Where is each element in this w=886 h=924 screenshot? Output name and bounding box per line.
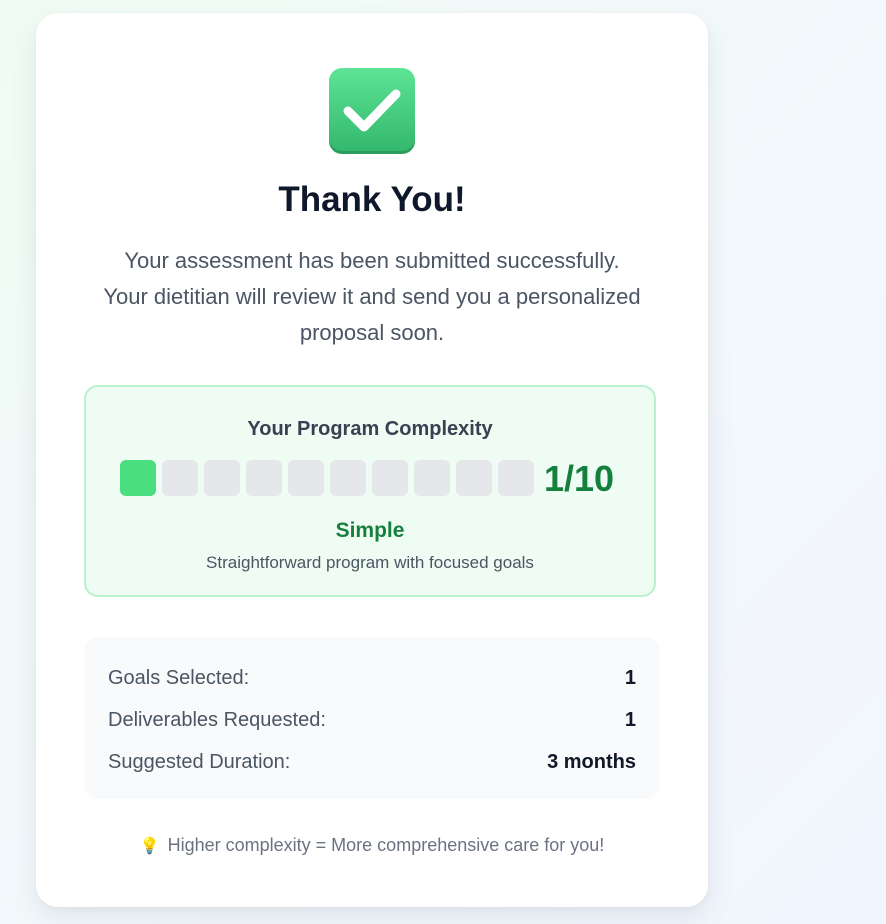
meter-segment-empty [204,460,240,496]
complexity-panel: Your Program Complexity 1/10 Simple Stra… [84,385,656,597]
meter-segment-empty [498,460,534,496]
summary-row-duration: Suggested Duration: 3 months [108,749,636,775]
meter-segment-empty [372,460,408,496]
complexity-level: Simple [335,519,405,542]
complexity-score: 1/10 [544,458,615,499]
summary-label: Deliverables Requested: [108,709,326,731]
meter-segment-empty [288,460,324,496]
summary-row-goals: Goals Selected: 1 [108,665,636,691]
summary-panel: Goals Selected: 1 Deliverables Requested… [84,637,660,799]
meter-segment-empty [414,460,450,496]
tip-text: Higher complexity = More comprehensive c… [167,835,605,855]
complexity-description: Straightforward program with focused goa… [206,553,534,572]
meter-segment-empty [456,460,492,496]
summary-value: 1 [624,667,636,689]
meter-segment-empty [162,460,198,496]
summary-label: Goals Selected: [108,667,250,689]
meter-segment-empty [246,460,282,496]
meter-segment-filled [120,460,156,496]
summary-value: 3 months [547,751,636,773]
summary-row-deliverables: Deliverables Requested: 1 [108,707,636,733]
lightbulb-icon: 💡 [139,838,160,855]
meter-segment-empty [330,460,366,496]
complexity-title: Your Program Complexity [247,418,493,440]
check-mark-icon [328,67,416,155]
page-title: Thank You! [278,180,466,219]
summary-value: 1 [624,709,636,731]
confirmation-card: Thank You! Your assessment has been subm… [36,13,708,907]
complexity-meter [120,460,534,496]
summary-label: Suggested Duration: [108,751,291,773]
confirmation-message: Your assessment has been submitted succe… [103,248,641,345]
footer-tip: 💡 Higher complexity = More comprehensive … [36,835,708,856]
